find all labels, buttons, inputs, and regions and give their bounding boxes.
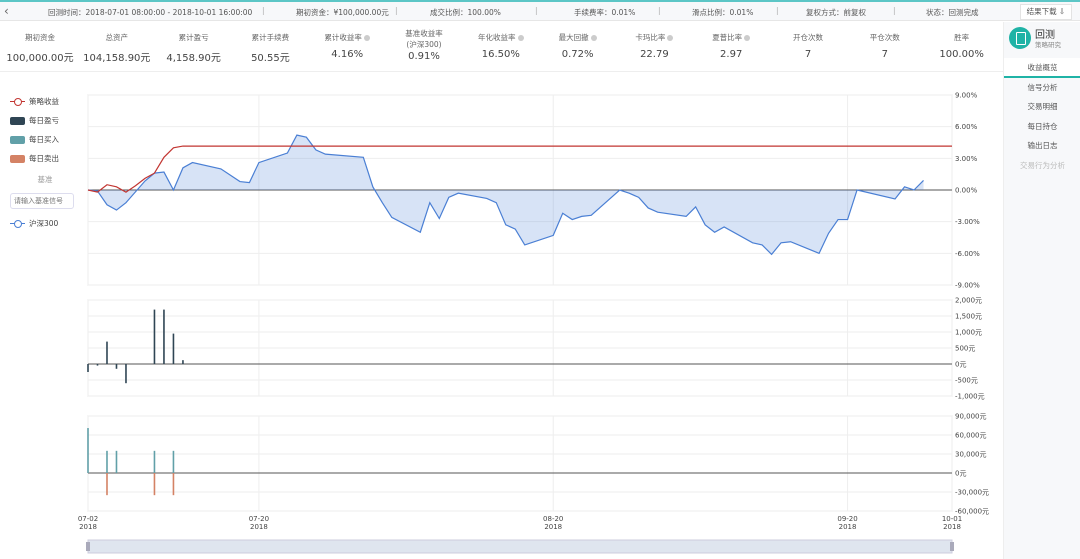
x-tick-label: 07-20 — [249, 515, 269, 523]
x-tick-year: 2018 — [79, 523, 97, 531]
pnl-bar — [125, 364, 127, 384]
pnl-bar — [153, 309, 156, 364]
benchmark-area — [88, 135, 924, 255]
buy-bar — [153, 450, 156, 473]
x-tick-label: 08-20 — [543, 515, 563, 523]
y-tick-label: 1,000元 — [955, 329, 982, 337]
x-tick-year: 2018 — [943, 523, 961, 531]
x-tick-year: 2018 — [544, 523, 562, 531]
y-tick-label: 9.00% — [955, 92, 978, 100]
x-tick-label: 09-20 — [837, 515, 857, 523]
y-tick-label: 0元 — [955, 470, 966, 478]
pnl-bar — [172, 333, 175, 364]
y-tick-label: 500元 — [955, 345, 975, 353]
zoom-scrollbar[interactable] — [87, 539, 953, 554]
sell-bar — [172, 473, 175, 496]
sidebar: 回测 策略研究 收益概览 信号分析 交易明细 每日持仓 输出日志 交易行为分析 — [1003, 22, 1080, 559]
buy-bar — [115, 450, 118, 473]
x-tick-label: 10-01 — [942, 515, 962, 523]
buy-bar — [172, 450, 175, 473]
buy-bar — [106, 450, 108, 473]
pnl-bar — [182, 360, 184, 364]
y-tick-label: 90,000元 — [955, 413, 987, 421]
y-tick-label: -500元 — [955, 377, 978, 385]
scrollbar-handle-left[interactable] — [86, 542, 90, 551]
x-tick-year: 2018 — [839, 523, 857, 531]
backtest-logo-icon — [1009, 27, 1031, 49]
y-tick-label: 0.00% — [955, 187, 978, 195]
buy-bar — [87, 428, 89, 473]
y-tick-label: 30,000元 — [955, 451, 987, 459]
sidebar-menu: 收益概览 信号分析 交易明细 每日持仓 输出日志 交易行为分析 — [1004, 58, 1080, 175]
y-tick-label: 2,000元 — [955, 297, 982, 305]
scrollbar-handle-right[interactable] — [950, 542, 954, 551]
sidebar-item-4[interactable]: 输出日志 — [1004, 136, 1080, 156]
y-tick-label: 3.00% — [955, 155, 978, 163]
pnl-bar — [163, 309, 165, 364]
plot-frame — [87, 415, 953, 512]
pnl-bar — [96, 364, 99, 366]
y-tick-label: -3.00% — [955, 218, 980, 226]
y-tick-label: -9.00% — [955, 282, 980, 290]
y-tick-label: 0元 — [955, 361, 966, 369]
y-tick-label: 60,000元 — [955, 432, 987, 440]
download-label: 结果下载 — [1026, 7, 1057, 16]
y-tick-label: -6.00% — [955, 250, 980, 258]
sidebar-item-2[interactable]: 交易明细 — [1004, 97, 1080, 117]
y-tick-label: -30,000元 — [955, 489, 989, 497]
sell-bar — [106, 473, 108, 496]
sidebar-item-0[interactable]: 收益概览 — [1004, 58, 1080, 78]
pnl-bar — [115, 364, 118, 369]
sidebar-item-3[interactable]: 每日持仓 — [1004, 117, 1080, 137]
x-tick-year: 2018 — [250, 523, 268, 531]
sidebar-item-5[interactable]: 交易行为分析 — [1004, 156, 1080, 176]
backtest-chart: 9.00% 6.00% 3.00% 0.00% -3.00% -6.00% -9.00% 2,… — [78, 92, 989, 554]
sidebar-item-1[interactable]: 信号分析 — [1004, 78, 1080, 98]
y-tick-label: 6.00% — [955, 123, 978, 131]
download-results-button[interactable]: 结果下载 ⇩ — [1020, 4, 1072, 20]
sidebar-subtitle: 策略研究 — [1035, 41, 1061, 49]
sell-bar — [153, 473, 156, 496]
y-tick-label: 1,500元 — [955, 313, 982, 321]
download-icon: ⇩ — [1059, 7, 1066, 16]
x-tick-label: 07-02 — [78, 515, 98, 523]
y-tick-label: -1,000元 — [955, 393, 985, 401]
pnl-bar — [106, 341, 108, 364]
pnl-bar — [87, 364, 89, 372]
